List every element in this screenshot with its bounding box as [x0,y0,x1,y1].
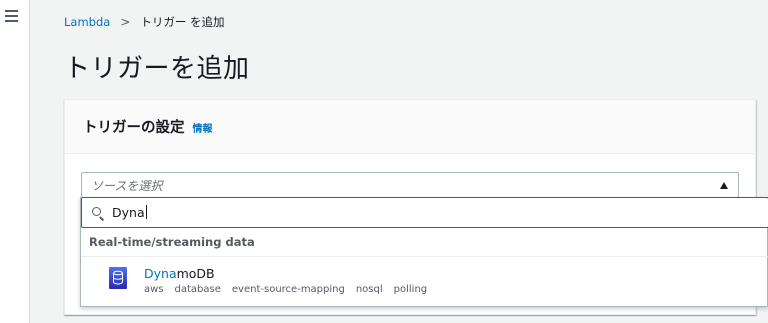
page-title: トリガーを追加 [64,54,250,84]
dropdown-option-dynamodb[interactable]: DynamoDB aws database event-source-mappi… [81,257,768,305]
option-title-match: Dyna [144,266,177,281]
option-title: DynamoDB [144,266,215,281]
caret-up-icon[interactable] [720,182,728,189]
breadcrumb-separator: > [120,15,131,29]
option-tag: aws [144,284,164,295]
search-icon [91,206,105,221]
option-tags: aws database event-source-mapping nosql … [144,284,427,295]
option-tag: event-source-mapping [231,284,345,295]
breadcrumb-lambda-link[interactable]: Lambda [64,15,110,29]
menu-icon[interactable] [5,10,18,22]
option-group-header: Real-time/streaming data [81,228,768,257]
source-dropdown: Dyna Real-time/streaming data DynamoDB a… [80,197,768,307]
option-tag: polling [393,284,428,295]
breadcrumb-current: トリガー を追加 [140,15,225,29]
option-title-rest: moDB [176,266,215,281]
search-input-value[interactable]: Dyna [112,205,147,220]
info-link[interactable]: 情報 [193,120,213,135]
option-group-label: Real-time/streaming data [89,235,255,249]
source-search-input[interactable]: Dyna [81,197,768,228]
breadcrumb: Lambda > トリガー を追加 [64,14,225,30]
panel-header: トリガーの設定 情報 [65,100,755,154]
option-tag: nosql [355,284,383,295]
source-select[interactable]: ソースを選択 [81,172,739,198]
dynamodb-icon [109,267,127,289]
text-cursor [145,205,147,219]
source-select-placeholder: ソースを選択 [91,178,163,193]
option-tag: database [174,284,221,295]
side-navigation-rail [0,0,30,323]
panel-title: トリガーの設定 [83,120,185,136]
